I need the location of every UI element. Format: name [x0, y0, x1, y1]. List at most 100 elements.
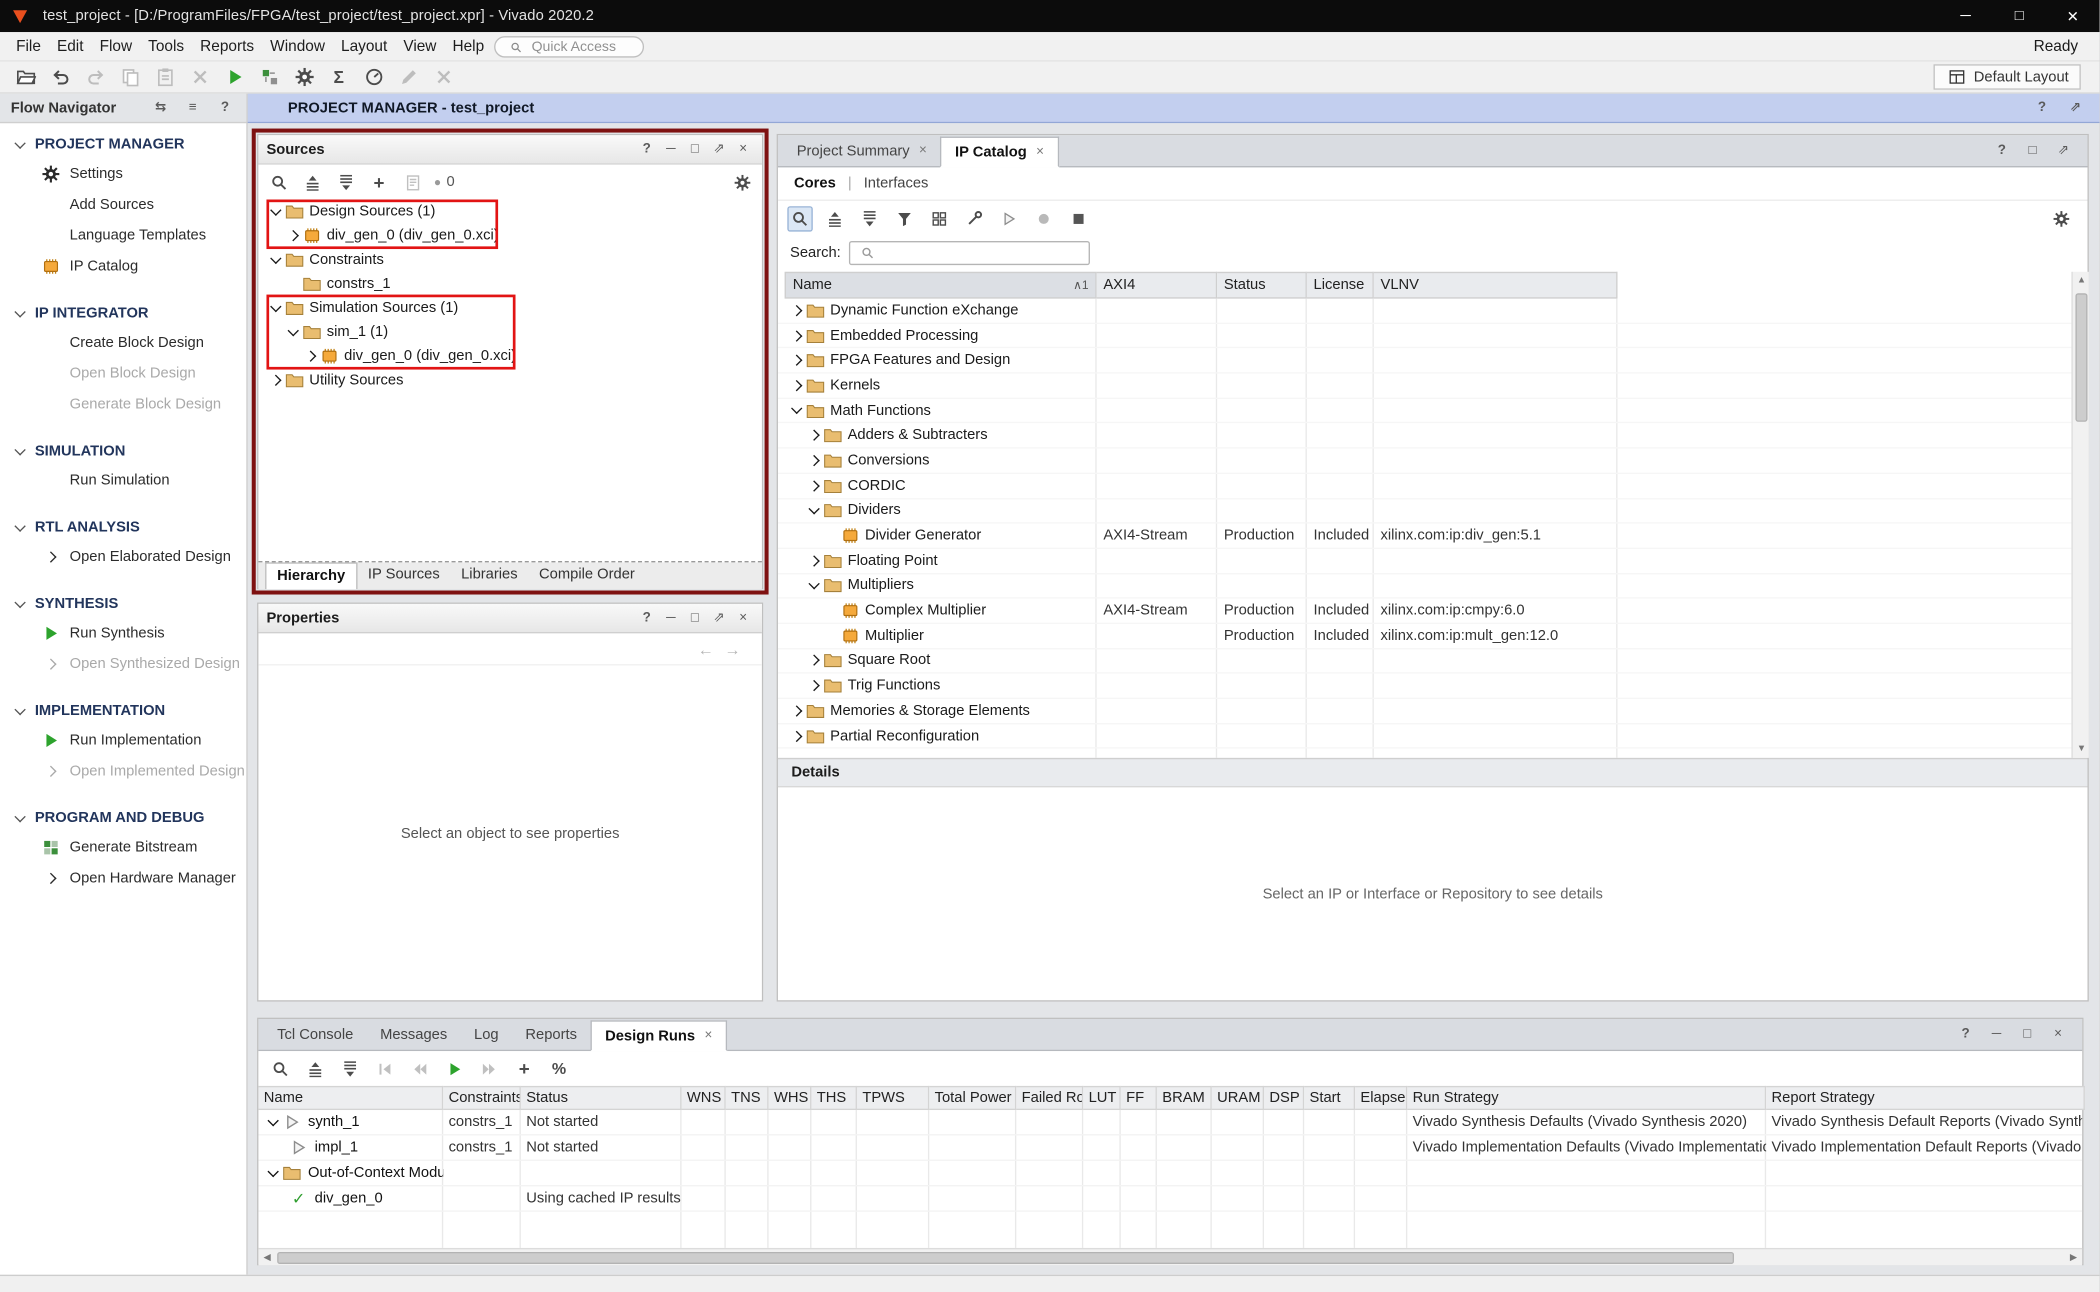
menu-tools[interactable]: Tools	[140, 31, 192, 60]
close-icon[interactable]: ×	[732, 607, 753, 628]
close-icon[interactable]: ×	[732, 139, 753, 160]
fn-item-generate-block-design[interactable]: Generate Block Design	[0, 388, 246, 419]
close-icon[interactable]: ×	[2047, 1023, 2068, 1044]
menu-view[interactable]: View	[395, 31, 444, 60]
float-icon[interactable]: □	[684, 139, 705, 160]
fn-item-ip-catalog[interactable]: IP Catalog	[0, 250, 246, 281]
collapse-all-button[interactable]	[300, 170, 324, 194]
minimize-icon[interactable]: ─	[1986, 1023, 2007, 1044]
settings-gear-button[interactable]	[289, 64, 318, 91]
scrollbar-thumb[interactable]	[277, 1252, 1734, 1264]
tab-log[interactable]: Log	[461, 1019, 512, 1050]
design-run-row-impl-1[interactable]: impl_1constrs_1Not startedVivado Impleme…	[258, 1135, 2082, 1160]
squares-button[interactable]	[927, 206, 952, 231]
menu-window[interactable]: Window	[262, 31, 333, 60]
menu-flow[interactable]: Flow	[92, 31, 141, 60]
fn-section-header-project-manager[interactable]: PROJECT MANAGER	[0, 131, 246, 158]
ip-catalog-row[interactable]: Embedded Processing	[778, 324, 2088, 349]
search-button[interactable]	[266, 170, 290, 194]
subtab-interfaces[interactable]: Interfaces	[864, 175, 929, 191]
fn-section-header-simulation[interactable]: SIMULATION	[0, 438, 246, 465]
maximize-icon[interactable]: ⇗	[2065, 97, 2086, 118]
fn-item-add-sources[interactable]: Add Sources	[0, 189, 246, 220]
column-header-total-power[interactable]: Total Power	[929, 1086, 1016, 1110]
fn-item-language-templates[interactable]: Language Templates	[0, 220, 246, 251]
design-run-row-out-of-context-module-runs[interactable]: Out-of-Context Module Runs	[258, 1161, 2082, 1186]
column-header-tpws[interactable]: TPWS	[857, 1086, 929, 1110]
fn-item-open-elaborated-design[interactable]: Open Elaborated Design	[0, 541, 246, 572]
gear-icon[interactable]	[730, 170, 754, 194]
menu-reports[interactable]: Reports	[192, 31, 262, 60]
expander-down-icon[interactable]	[805, 500, 822, 521]
ip-catalog-row[interactable]: Square Root	[778, 649, 2088, 674]
subtab-cores[interactable]: Cores	[794, 175, 836, 191]
percent-button[interactable]: %	[546, 1056, 571, 1081]
horizontal-scrollbar[interactable]: ◀ ▶	[258, 1248, 2082, 1265]
minimize-icon[interactable]: ─	[660, 139, 681, 160]
column-header-status[interactable]: Status	[1217, 272, 1307, 299]
fn-item-open-hardware-manager[interactable]: Open Hardware Manager	[0, 862, 246, 893]
expander-right-icon[interactable]	[284, 225, 301, 246]
close-tab-icon[interactable]: ×	[919, 136, 927, 165]
column-header-lut[interactable]: LUT	[1083, 1086, 1120, 1110]
help-icon[interactable]: ?	[214, 97, 235, 118]
menu-icon[interactable]: ≡	[182, 97, 203, 118]
filter-button[interactable]	[892, 206, 917, 231]
float-icon[interactable]: □	[2017, 1023, 2038, 1044]
expander-down-icon[interactable]	[284, 321, 301, 342]
maximize-icon[interactable]: ⇗	[708, 607, 729, 628]
scroll-up-arrow[interactable]: ▲	[2073, 272, 2090, 289]
menu-layout[interactable]: Layout	[333, 31, 395, 60]
expander-down-icon[interactable]	[805, 575, 822, 596]
copy-button[interactable]	[115, 64, 144, 91]
expander-down-icon[interactable]	[264, 1111, 281, 1132]
fn-item-run-simulation[interactable]: Run Simulation	[0, 465, 246, 496]
column-header-name[interactable]: Name	[258, 1086, 443, 1110]
column-header-failed-routes[interactable]: Failed Routes	[1016, 1086, 1083, 1110]
tab-tcl-console[interactable]: Tcl Console	[264, 1019, 367, 1050]
gear-icon[interactable]	[2049, 206, 2074, 231]
arrow-right-button[interactable]: →	[724, 639, 740, 658]
menu-edit[interactable]: Edit	[49, 31, 92, 60]
fn-item-create-block-design[interactable]: Create Block Design	[0, 327, 246, 358]
search-button[interactable]	[268, 1056, 293, 1081]
ip-catalog-row[interactable]: Trig Functions	[778, 674, 2088, 699]
column-header-uram[interactable]: URAM	[1212, 1086, 1264, 1110]
expand-all-button[interactable]	[333, 170, 357, 194]
tree-row-utility-sources[interactable]: Utility Sources	[258, 368, 761, 392]
tree-row-sim-1[interactable]: sim_1 (1)	[258, 320, 761, 344]
expander-right-icon[interactable]	[805, 675, 822, 696]
ip-catalog-row[interactable]: Multipliers	[778, 574, 2088, 599]
tab-ip-catalog[interactable]: IP Catalog×	[940, 137, 1058, 168]
paste-button[interactable]	[150, 64, 179, 91]
help-icon[interactable]: ?	[1955, 1023, 1976, 1044]
tree-row-constrs-1[interactable]: constrs_1	[258, 272, 761, 296]
gauge-button[interactable]	[359, 64, 388, 91]
tab-project-summary[interactable]: Project Summary×	[783, 135, 940, 166]
design-run-row-synth-1[interactable]: synth_1constrs_1Not startedVivado Synthe…	[258, 1110, 2082, 1135]
report-button[interactable]	[400, 170, 424, 194]
step-button[interactable]	[254, 64, 283, 91]
tree-row-design-sources[interactable]: Design Sources (1)	[258, 200, 761, 224]
forward-button[interactable]	[477, 1056, 502, 1081]
minimize-button[interactable]: ─	[1939, 0, 1993, 32]
layout-selector[interactable]: Default Layout	[1934, 64, 2081, 89]
fn-item-settings[interactable]: Settings	[0, 158, 246, 189]
expander-right-icon[interactable]	[301, 345, 318, 366]
ip-catalog-row[interactable]: Complex MultiplierAXI4-StreamProductionI…	[778, 599, 2088, 624]
delete-button[interactable]	[185, 64, 214, 91]
sources-tab-ip-sources[interactable]: IP Sources	[357, 562, 450, 589]
run-button[interactable]	[442, 1056, 467, 1081]
open-project-button[interactable]	[11, 64, 40, 91]
expander-down-icon[interactable]	[266, 297, 283, 318]
ip-catalog-row[interactable]: Dynamic Function eXchange	[778, 299, 2088, 324]
help-icon[interactable]: ?	[2031, 97, 2052, 118]
sources-tab-hierarchy[interactable]: Hierarchy	[265, 562, 357, 589]
fn-section-header-synthesis[interactable]: SYNTHESIS	[0, 590, 246, 617]
column-header-license[interactable]: License	[1307, 272, 1374, 299]
fn-item-run-implementation[interactable]: Run Implementation	[0, 724, 246, 755]
expander-right-icon[interactable]	[805, 450, 822, 471]
close-tab-icon[interactable]: ×	[704, 1021, 712, 1050]
maximize-button[interactable]: □	[1992, 0, 2046, 32]
fn-section-header-rtl-analysis[interactable]: RTL ANALYSIS	[0, 514, 246, 541]
